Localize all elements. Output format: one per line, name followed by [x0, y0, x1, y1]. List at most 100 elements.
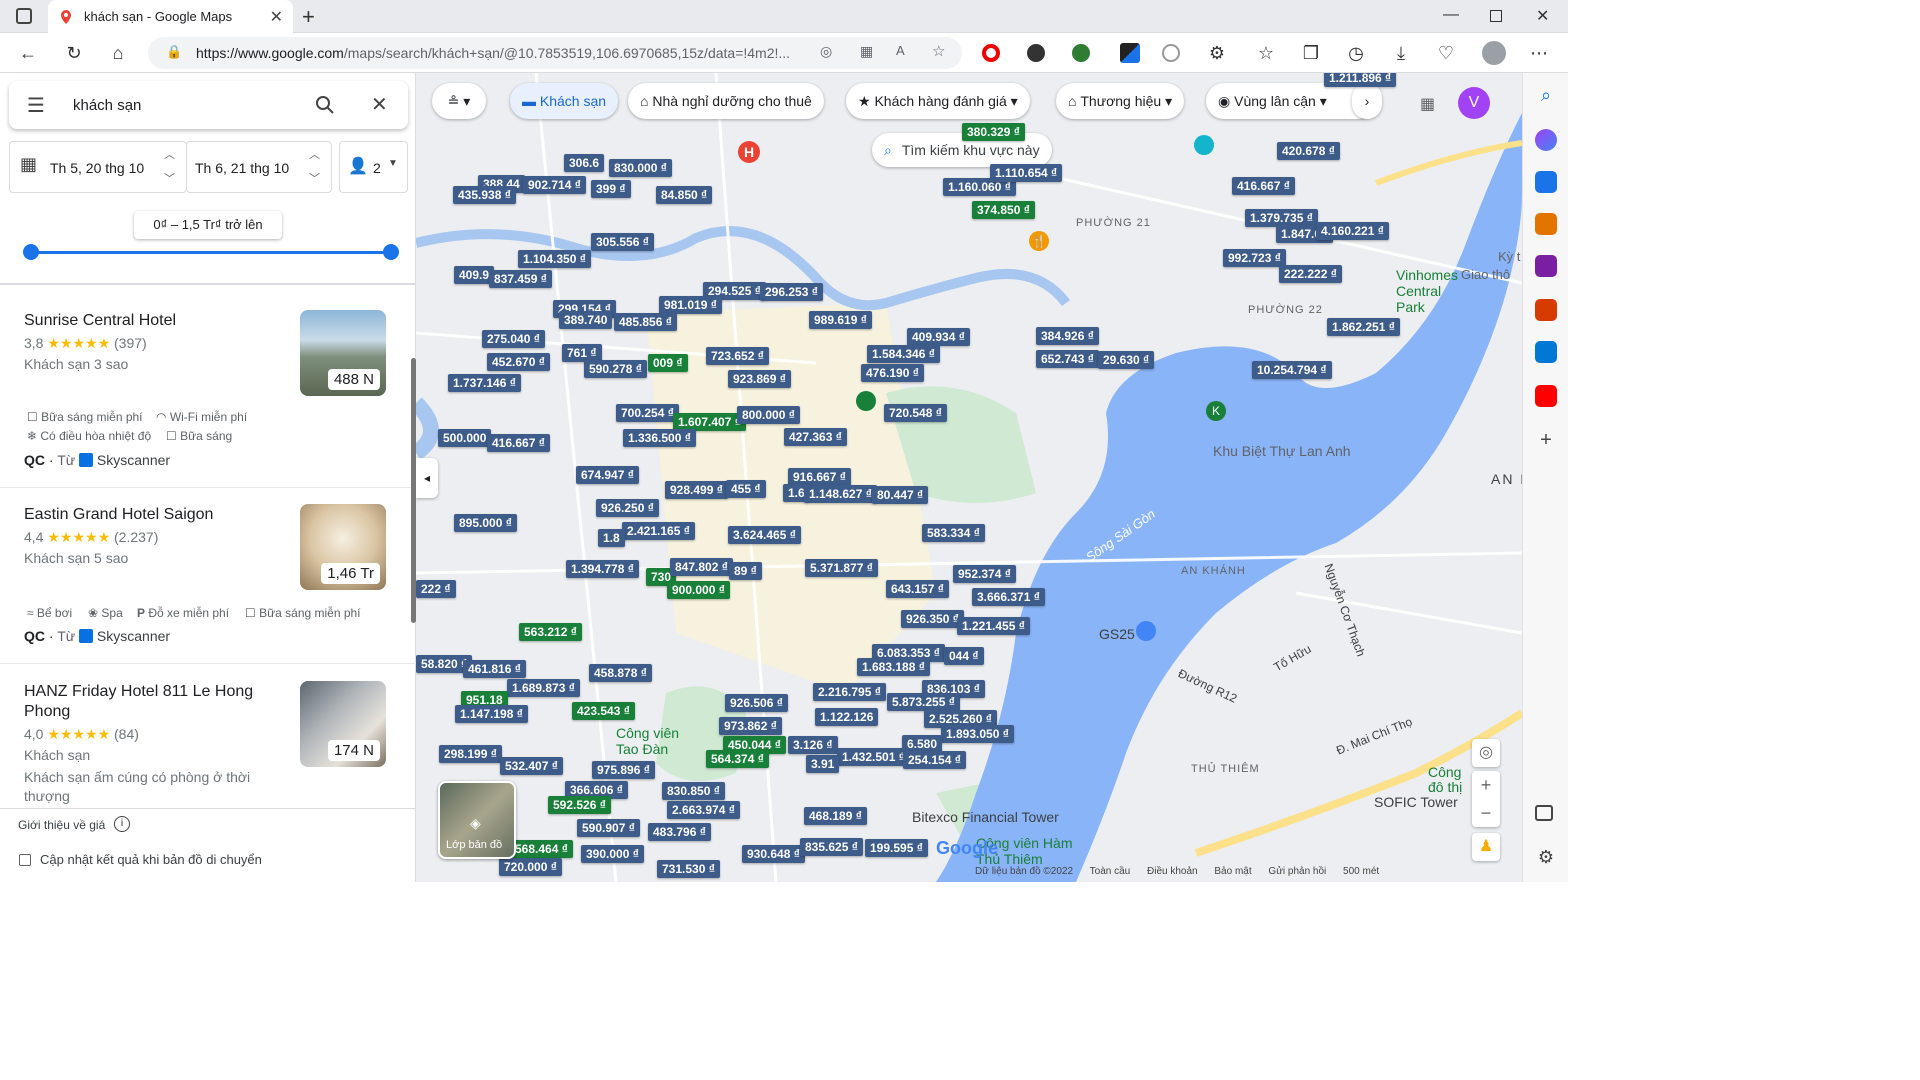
- read-aloud-icon[interactable]: A: [896, 43, 905, 58]
- price-marker[interactable]: 3.126 ₫: [788, 736, 838, 754]
- home-icon[interactable]: ⌂: [106, 41, 130, 65]
- chip-vacation-rentals[interactable]: ⌂ Nhà nghỉ dưỡng cho thuê: [628, 83, 824, 119]
- price-marker[interactable]: 731.530 ₫: [657, 860, 720, 878]
- price-marker[interactable]: 80.447 ₫: [872, 486, 929, 504]
- favorites-icon[interactable]: ☆: [1254, 41, 1278, 65]
- price-marker[interactable]: 399 ₫: [591, 180, 631, 198]
- price-marker[interactable]: 723.652 ₫: [706, 347, 769, 365]
- price-marker[interactable]: 720.000 ₫: [499, 858, 562, 876]
- close-window-icon[interactable]: ✕: [1536, 6, 1549, 26]
- price-marker[interactable]: 5.371.877 ₫: [805, 559, 878, 577]
- price-marker[interactable]: 009 ₫: [648, 354, 688, 372]
- price-marker[interactable]: 3.624.465 ₫: [728, 526, 801, 544]
- settings-icon[interactable]: ⚙: [1535, 847, 1557, 869]
- price-marker[interactable]: 926.250 ₫: [596, 499, 659, 517]
- maximize-icon[interactable]: [1490, 10, 1502, 22]
- poi-sofic-tower[interactable]: SOFIC Tower: [1374, 794, 1458, 810]
- price-marker[interactable]: 1.893.050 ₫: [941, 725, 1014, 743]
- checkin-up-icon[interactable]: ︿: [164, 146, 175, 162]
- price-marker[interactable]: 452.670 ₫: [487, 353, 550, 371]
- price-marker[interactable]: 847.802 ₫: [670, 558, 733, 576]
- price-marker[interactable]: 29.630 ₫: [1098, 351, 1155, 369]
- place-pin-icon[interactable]: [856, 391, 876, 411]
- price-marker[interactable]: 837.459 ₫: [489, 270, 552, 288]
- minimize-icon[interactable]: —: [1443, 6, 1459, 24]
- price-marker[interactable]: 199.595 ₫: [865, 839, 928, 857]
- price-marker[interactable]: 568.464 ₫: [510, 840, 573, 858]
- office-icon[interactable]: [1535, 299, 1557, 321]
- new-tab-icon[interactable]: +: [302, 4, 315, 30]
- account-avatar[interactable]: V: [1458, 87, 1490, 119]
- price-marker[interactable]: 532.407 ₫: [500, 757, 563, 775]
- price-marker[interactable]: 900.000 ₫: [667, 581, 730, 599]
- vpn-extension-icon[interactable]: [1027, 44, 1045, 62]
- price-marker[interactable]: 926.350 ₫: [901, 610, 964, 628]
- price-marker[interactable]: 643.157 ₫: [886, 580, 949, 598]
- price-marker[interactable]: 420.678 ₫: [1277, 142, 1340, 160]
- price-marker[interactable]: 720.548 ₫: [884, 404, 947, 422]
- globe-extension-icon[interactable]: [1072, 44, 1090, 62]
- price-marker[interactable]: 476.190 ₫: [861, 364, 924, 382]
- split-screen-icon[interactable]: [1535, 805, 1553, 821]
- sponsored-line[interactable]: QC · Từ Skyscanner: [24, 628, 170, 644]
- downloads-icon[interactable]: ⤓: [1389, 41, 1413, 65]
- google-apps-icon[interactable]: ▦: [1420, 94, 1435, 114]
- price-marker[interactable]: 1.689.873 ₫: [507, 679, 580, 697]
- price-marker[interactable]: 389.740: [559, 311, 613, 329]
- price-marker[interactable]: 923.869 ₫: [728, 370, 791, 388]
- price-marker[interactable]: 2.421.165 ₫: [622, 522, 695, 540]
- price-marker[interactable]: 981.019 ₫: [659, 296, 722, 314]
- price-slider-track[interactable]: [31, 251, 391, 254]
- address-bar[interactable]: 🔒 https://www.google.com/maps/search/khá…: [148, 37, 962, 69]
- hotel-photo[interactable]: 488 N: [300, 310, 386, 396]
- price-marker[interactable]: 384.926 ₫: [1036, 327, 1099, 345]
- price-marker[interactable]: 3.666.371 ₫: [972, 588, 1045, 606]
- price-marker[interactable]: 992.723 ₫: [1223, 249, 1286, 267]
- price-marker[interactable]: 1.8: [598, 529, 625, 547]
- price-marker[interactable]: 416.667 ₫: [487, 434, 550, 452]
- pen-extension-icon[interactable]: [1120, 43, 1140, 63]
- update-results-checkbox[interactable]: [19, 854, 31, 866]
- favorite-icon[interactable]: ☆: [932, 42, 945, 60]
- map-canvas[interactable]: ≗ ▾ ▬ Khách sạn ⌂ Nhà nghỉ dưỡng cho thu…: [416, 73, 1522, 882]
- price-marker[interactable]: 1.147.198 ₫: [455, 705, 528, 723]
- price-info-label[interactable]: Giới thiệu về giá: [18, 818, 105, 832]
- price-marker[interactable]: 306.6: [564, 154, 605, 172]
- extensions-icon[interactable]: ⚙: [1205, 41, 1229, 65]
- price-marker[interactable]: 500.000: [438, 429, 492, 447]
- zoom-in-button[interactable]: +: [1472, 771, 1500, 799]
- price-slider-max-handle[interactable]: [383, 244, 399, 260]
- checkout-up-icon[interactable]: ︿: [309, 146, 320, 162]
- tab-actions-icon[interactable]: [16, 8, 32, 24]
- price-marker[interactable]: 2.216.795 ₫: [813, 683, 886, 701]
- price-marker[interactable]: 222.222 ₫: [1279, 265, 1342, 283]
- poi-vinhomes[interactable]: Vinhomes Central Park: [1396, 267, 1468, 315]
- price-marker[interactable]: 4.160.221 ₫: [1316, 222, 1389, 240]
- price-marker[interactable]: 1.394.778 ₫: [566, 560, 639, 578]
- hotel-photo[interactable]: 174 N: [300, 681, 386, 767]
- opera-extension-icon[interactable]: [982, 44, 1000, 62]
- gs25-pin-icon[interactable]: [1136, 621, 1156, 641]
- games-icon[interactable]: [1535, 255, 1557, 277]
- price-marker[interactable]: 952.374 ₫: [953, 565, 1016, 583]
- price-marker[interactable]: 409.934 ₫: [907, 328, 970, 346]
- browser-essentials-icon[interactable]: ♡: [1434, 41, 1458, 65]
- close-tab-icon[interactable]: ✕: [270, 7, 283, 27]
- hotel-result[interactable]: HANZ Friday Hotel 811 Le Hong Phong 4,0 …: [24, 682, 274, 806]
- price-marker[interactable]: 830.000 ₫: [609, 159, 672, 177]
- price-marker[interactable]: 468.189 ₫: [804, 807, 867, 825]
- price-marker[interactable]: 423.543 ₫: [572, 702, 635, 720]
- price-slider-min-handle[interactable]: [23, 244, 39, 260]
- compass-icon[interactable]: [1162, 44, 1180, 62]
- poi-tao-dan-park[interactable]: Công viên Tao Đàn: [616, 725, 696, 757]
- price-marker[interactable]: 10.254.794 ₫: [1252, 361, 1332, 379]
- price-marker[interactable]: 1.221.455 ₫: [957, 617, 1030, 635]
- price-marker[interactable]: 1.211.896 ₫: [1324, 73, 1397, 87]
- price-marker[interactable]: 1.148.627 ₫: [804, 485, 877, 503]
- price-marker[interactable]: 652.743 ₫: [1036, 350, 1099, 368]
- checkin-date[interactable]: ▦ Th 5, 20 thg 10 ︿ ﹀: [9, 141, 187, 193]
- footer-privacy-link[interactable]: Bảo mật: [1214, 866, 1251, 877]
- price-marker[interactable]: 435.938 ₫: [453, 186, 516, 204]
- price-marker[interactable]: 5.873.255 ₫: [887, 693, 960, 711]
- chip-neighborhood[interactable]: ◉ Vùng lân cận ▾: [1206, 83, 1376, 119]
